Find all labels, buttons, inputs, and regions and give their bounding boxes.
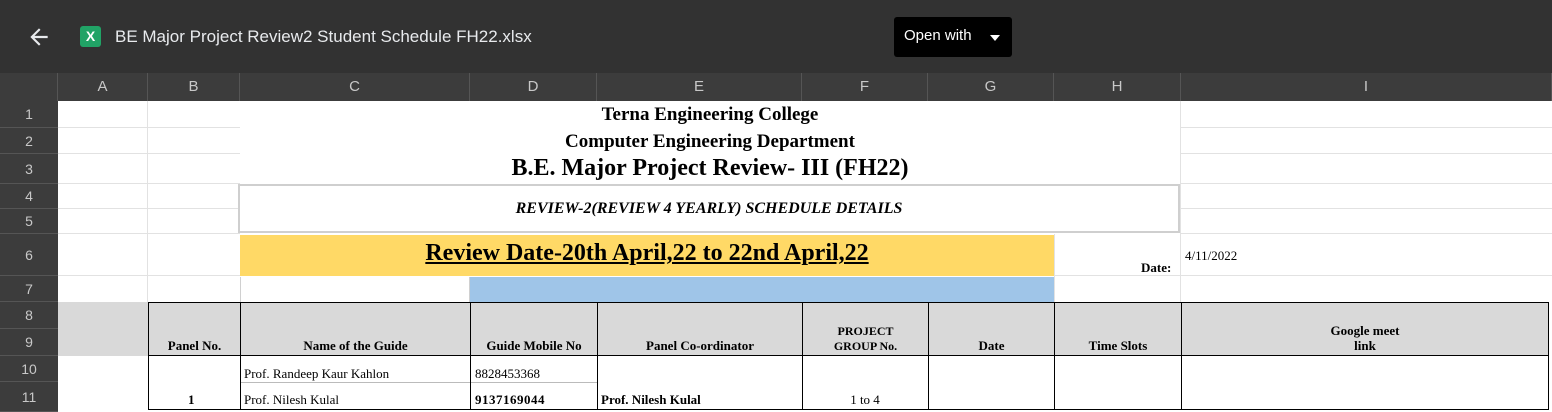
column-header-f[interactable]: F [802,73,928,101]
gridline [1054,234,1055,302]
gridline [58,233,240,234]
header-panel-no: Panel No. [148,302,241,356]
viewer-top-bar: X BE Major Project Review2 Student Sched… [0,0,1552,73]
guide-mobile-1: 8828453368 [475,366,540,381]
department-name: Computer Engineering Department [565,131,855,152]
panel-number: 1 [188,392,195,407]
dropdown-arrow-icon [990,35,1000,41]
gridline [58,127,240,128]
schedule-title: REVIEW-2(REVIEW 4 YEARLY) SCHEDULE DETAI… [515,200,903,217]
row-header-7[interactable]: 7 [0,276,58,302]
gridline [58,153,240,154]
header-date: Date [928,302,1055,356]
highlight-row [470,277,1054,302]
header-project-group: PROJECT GROUP No. [802,302,929,356]
gridline [1180,234,1181,302]
column-header-g[interactable]: G [928,73,1054,101]
open-with-button[interactable]: Open with [894,17,1012,57]
gridline [147,101,148,302]
review-date-banner: Review Date-20th April,22 to 22nd April,… [240,235,1054,276]
row-header-4[interactable]: 4 [0,184,58,209]
college-name: Terna Engineering College [601,104,819,125]
column-header-h[interactable]: H [1054,73,1181,101]
project-group-range: 1 to 4 [850,392,880,407]
gridline [1181,183,1552,184]
header-panel-coordinator: Panel Co-ordinator [597,302,803,356]
header-meet-link: Google meet link [1181,302,1549,356]
empty-cell [240,277,470,302]
column-header-c[interactable]: C [240,73,470,101]
guide-name-1: Prof. Randeep Kaur Kahlon [244,366,390,381]
date-cell[interactable] [928,356,1055,410]
row-header-2[interactable]: 2 [0,128,58,154]
file-name: BE Major Project Review2 Student Schedul… [115,27,532,46]
header-guide-mobile: Guide Mobile No [470,302,598,356]
row-header-6[interactable]: 6 [0,234,58,276]
time-slot-cell[interactable] [1054,356,1181,410]
row-header-3[interactable]: 3 [0,154,58,184]
schedule-title-box: REVIEW-2(REVIEW 4 YEARLY) SCHEDULE DETAI… [238,184,1180,233]
header-time-slots: Time Slots [1054,302,1182,356]
corner-cell[interactable] [0,73,58,101]
guide-name-2: Prof. Nilesh Kulal [244,392,339,407]
guide-mobile-2: 9137169044 [475,392,545,407]
review-title: B.E. Major Project Review- III (FH22) [511,155,909,181]
review-date: Review Date-20th April,22 to 22nd April,… [425,240,869,266]
gridline [1054,275,1552,276]
column-header-a[interactable]: A [58,73,148,101]
date-value[interactable]: 4/11/2022 [1185,248,1237,264]
gridline [58,208,240,209]
row-header-5[interactable]: 5 [0,209,58,234]
gridline [1181,153,1552,154]
meet-link-cell[interactable] [1181,356,1549,410]
panel-coordinator-name: Prof. Nilesh Kulal [601,392,701,407]
gridline [58,183,240,184]
row-header-11[interactable]: 11 [0,382,58,412]
row-header-8[interactable]: 8 [0,302,58,329]
back-arrow-icon[interactable] [26,24,52,50]
panel-cell[interactable] [148,356,241,410]
gridline [1181,208,1552,209]
gridline [1181,127,1552,128]
column-header-i[interactable]: I [1181,73,1552,101]
header-guide-name: Name of the Guide [240,302,471,356]
header-filler-cell [58,302,148,356]
row-header-10[interactable]: 10 [0,356,58,382]
row-header-1[interactable]: 1 [0,101,58,128]
gridline [1181,233,1552,234]
excel-file-icon: X [80,26,101,47]
gridline [58,275,240,276]
column-header-b[interactable]: B [148,73,240,101]
column-header-d[interactable]: D [470,73,597,101]
date-label: Date: [1141,260,1172,275]
row-header-9[interactable]: 9 [0,329,58,356]
open-with-label: Open with [904,27,972,44]
column-header-e[interactable]: E [597,73,802,101]
